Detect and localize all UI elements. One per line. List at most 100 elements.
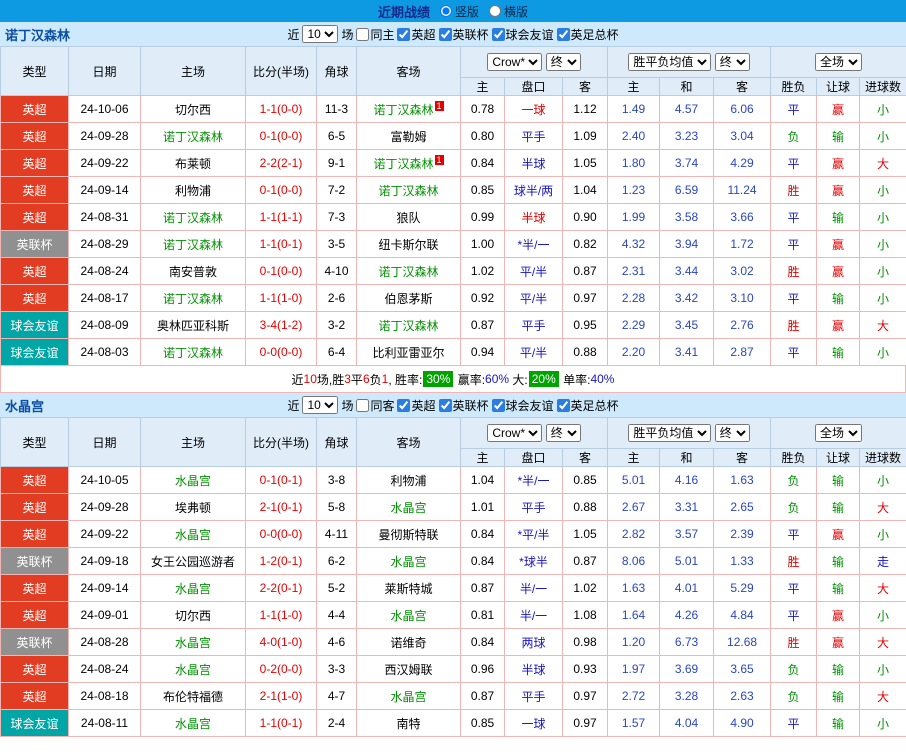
- home-team-cell: 水晶宫: [140, 574, 246, 602]
- same-venue-filter[interactable]: 同主: [356, 26, 394, 43]
- handicap-result-cell: 输: [816, 547, 861, 575]
- layout-vertical-label: 竖版: [454, 4, 479, 19]
- away-team-cell: 水晶宫: [356, 682, 461, 710]
- filter-league-cup-checkbox[interactable]: [438, 27, 452, 41]
- match-date-cell: 24-08-09: [68, 311, 141, 339]
- filter-league-cup[interactable]: 英联杯: [438, 397, 489, 414]
- score-cell: 0-2(0-0): [245, 655, 317, 683]
- handicap-result-cell: 输: [816, 284, 861, 312]
- corner-cell: 3-2: [316, 311, 357, 339]
- handicap-home-odds-cell: 1.01: [460, 493, 505, 521]
- layout-horizontal-radio[interactable]: [489, 5, 501, 17]
- match-type-cell: 英超: [0, 149, 69, 177]
- mean-draw-odds-cell: 3.28: [659, 682, 715, 710]
- same-venue-checkbox[interactable]: [356, 27, 370, 41]
- away-team-cell: 水晶宫: [356, 601, 461, 629]
- handicap-cell: *平/半: [504, 520, 563, 548]
- mean-stage-select[interactable]: 终: [714, 53, 750, 71]
- score-cell: 2-1(0-1): [245, 493, 317, 521]
- home-team-cell: 水晶宫: [140, 466, 246, 494]
- goals-cell: 小: [859, 284, 906, 312]
- score-cell: 1-1(1-1): [245, 203, 317, 231]
- summary-part: 单率:: [559, 372, 591, 387]
- mean-type-select[interactable]: 胜平负均值: [628, 424, 712, 442]
- away-team-cell: 莱斯特城: [356, 574, 461, 602]
- corner-cell: 6-5: [316, 122, 357, 150]
- goals-cell: 小: [859, 230, 906, 258]
- corner-cell: 6-2: [316, 547, 357, 575]
- layout-horizontal-option[interactable]: 横版: [489, 3, 528, 20]
- same-venue-filter[interactable]: 同客: [356, 397, 394, 414]
- near-label: 近: [287, 398, 300, 413]
- mean-type-select[interactable]: 胜平负均值: [628, 53, 712, 71]
- result-cell: 平: [770, 520, 818, 548]
- filter-club-friendly-checkbox[interactable]: [491, 398, 505, 412]
- match-date-cell: 24-09-22: [68, 520, 141, 548]
- handicap-cell: *半/一: [504, 466, 563, 494]
- team-name: 水晶宫: [5, 398, 45, 414]
- same-venue-checkbox[interactable]: [356, 398, 370, 412]
- score-cell: 2-1(1-0): [245, 682, 317, 710]
- score-cell: 1-1(0-1): [245, 709, 317, 737]
- summary-part: 场,胜: [316, 372, 345, 387]
- match-type-cell: 英超: [0, 176, 69, 204]
- filter-fa-cup-checkbox[interactable]: [556, 27, 570, 41]
- bookmaker-select[interactable]: Crow*: [487, 424, 543, 442]
- filter-epl[interactable]: 英超: [397, 26, 436, 43]
- odds-stage-select[interactable]: 终: [545, 53, 581, 71]
- mean-draw-odds-cell: 4.04: [659, 709, 715, 737]
- filter-epl[interactable]: 英超: [397, 397, 436, 414]
- filter-epl-checkbox[interactable]: [397, 27, 411, 41]
- away-team-cell: 纽卡斯尔联: [356, 230, 461, 258]
- handicap-home-odds-cell: 0.85: [460, 176, 505, 204]
- handicap-home-odds-cell: 0.99: [460, 203, 505, 231]
- col-header-mean-away: 客: [713, 448, 772, 467]
- handicap-away-odds-cell: 0.82: [561, 230, 609, 258]
- match-count-select[interactable]: 10: [302, 25, 339, 43]
- col-header-handicap-result: 让球: [816, 77, 861, 96]
- mean-home-odds-cell: 1.23: [607, 176, 661, 204]
- bookmaker-select[interactable]: Crow*: [487, 53, 543, 71]
- filter-fa-cup-checkbox[interactable]: [556, 398, 570, 412]
- filter-club-friendly[interactable]: 球会友谊: [491, 397, 554, 414]
- handicap-home-odds-cell: 0.87: [460, 311, 505, 339]
- handicap-home-odds-cell: 0.78: [460, 95, 505, 123]
- away-team-cell: 曼彻斯特联: [356, 520, 461, 548]
- handicap-away-odds-cell: 0.97: [561, 709, 609, 737]
- result-cell: 胜: [770, 176, 818, 204]
- handicap-away-odds-cell: 1.02: [561, 574, 609, 602]
- handicap-cell: 平/半: [504, 338, 563, 366]
- goals-cell: 大: [859, 493, 906, 521]
- layout-vertical-radio[interactable]: [439, 5, 452, 17]
- home-team-cell: 水晶宫: [140, 628, 246, 656]
- goals-cell: 小: [859, 601, 906, 629]
- layout-vertical-option[interactable]: 竖版: [439, 3, 479, 20]
- goals-cell: 小: [859, 122, 906, 150]
- team-name: 诺丁汉森林: [5, 27, 71, 43]
- scope-select[interactable]: 全场: [815, 424, 863, 442]
- mean-stage-select[interactable]: 终: [714, 424, 750, 442]
- mean-draw-odds-cell: 3.31: [659, 493, 715, 521]
- filter-league-cup-checkbox[interactable]: [438, 398, 452, 412]
- mean-away-odds-cell: 4.90: [713, 709, 772, 737]
- mean-away-odds-cell: 2.65: [713, 493, 772, 521]
- match-row: 英超 24-08-31 诺丁汉森林 1-1(1-1) 7-3 狼队 0.99 半球 0.90 1.…: [0, 203, 906, 231]
- filter-club-friendly[interactable]: 球会友谊: [491, 26, 554, 43]
- home-team-cell: 布莱顿: [140, 149, 246, 177]
- match-type-cell: 球会友谊: [0, 311, 69, 339]
- scope-select[interactable]: 全场: [815, 53, 863, 71]
- match-type-cell: 英超: [0, 257, 69, 285]
- filter-league-cup[interactable]: 英联杯: [438, 26, 489, 43]
- filter-fa-cup[interactable]: 英足总杯: [556, 26, 619, 43]
- odds-stage-select[interactable]: 终: [545, 424, 581, 442]
- handicap-home-odds-cell: 0.84: [460, 547, 505, 575]
- handicap-cell: 平手: [504, 682, 563, 710]
- corner-cell: 6-4: [316, 338, 357, 366]
- filter-epl-checkbox[interactable]: [397, 398, 411, 412]
- handicap-cell: 平/半: [504, 284, 563, 312]
- match-count-select[interactable]: 10: [302, 396, 339, 414]
- handicap-result-cell: 输: [816, 466, 861, 494]
- filter-fa-cup[interactable]: 英足总杯: [556, 397, 619, 414]
- filter-club-friendly-checkbox[interactable]: [491, 27, 505, 41]
- match-row: 英超 24-10-05 水晶宫 0-1(0-1) 3-8 利物浦 1.04 *半/一 0.85 5…: [0, 466, 906, 494]
